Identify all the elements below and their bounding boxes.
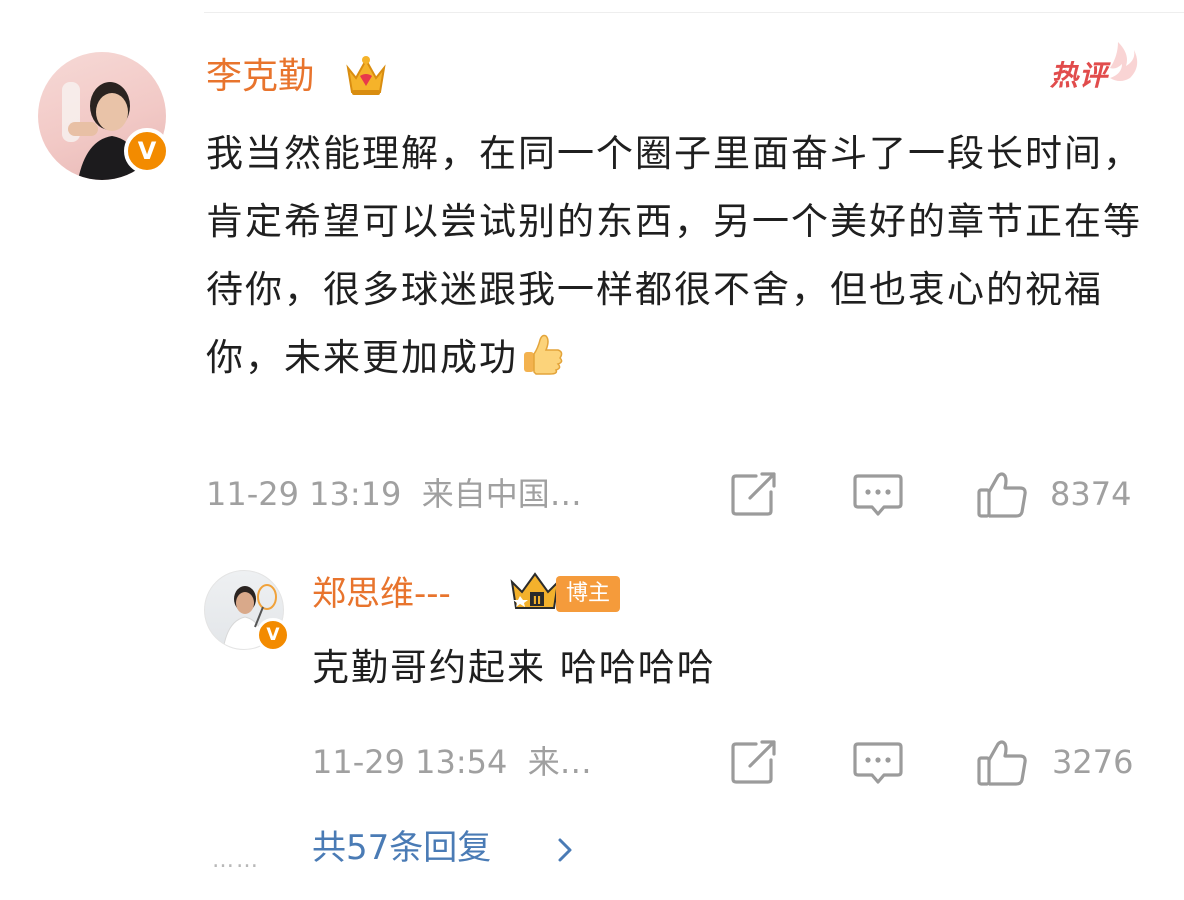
share-icon[interactable] [730,740,778,786]
comment-body: 我当然能理解，在同一个圈子里面奋斗了一段长时间，肯定希望可以尝试别的东西，另一个… [206,132,1142,379]
like-count: 8374 [1050,475,1132,513]
crown-icon [346,56,386,95]
share-icon[interactable] [730,472,778,518]
thumbs-up-emoji-icon [524,334,563,375]
reply-author-name[interactable]: 郑思维--- [312,572,451,616]
reply-source: 来… [527,743,592,781]
comment-text: 我当然能理解，在同一个圈子里面奋斗了一段长时间，肯定希望可以尝试别的东西，另一个… [206,120,1156,392]
more-replies-divider: …… [212,848,260,873]
like-icon[interactable] [976,470,1030,520]
comment-icon[interactable] [852,740,904,788]
like-icon[interactable] [976,738,1030,788]
verified-badge: V [124,128,170,174]
reply-meta: 11-29 13:54 来… [312,742,592,782]
reply-like-count: 3276 [1052,743,1134,781]
reply-verified-badge: V [256,618,290,652]
author-name[interactable]: 李克勤 [206,54,314,100]
top-divider [204,12,1184,13]
chevron-right-icon[interactable] [555,834,575,866]
reply-author-avatar[interactable]: V [204,570,290,652]
author-avatar[interactable]: V [38,52,170,180]
crown-icon: II [510,572,560,609]
hot-comment-badge: 热评 [1050,59,1109,92]
more-replies-link[interactable]: 共57条回复 [312,826,491,870]
comment-source: 来自中国… [421,475,582,513]
comment-time: 11-29 13:19 [206,475,402,513]
comment-icon[interactable] [852,472,904,520]
reply-text: 克勤哥约起来 哈哈哈哈 [312,646,716,689]
reply-time: 11-29 13:54 [312,743,508,781]
svg-text:II: II [533,594,541,607]
comment-meta: 11-29 13:19 来自中国… [206,474,582,514]
blogger-tag: 博主 [556,576,621,612]
